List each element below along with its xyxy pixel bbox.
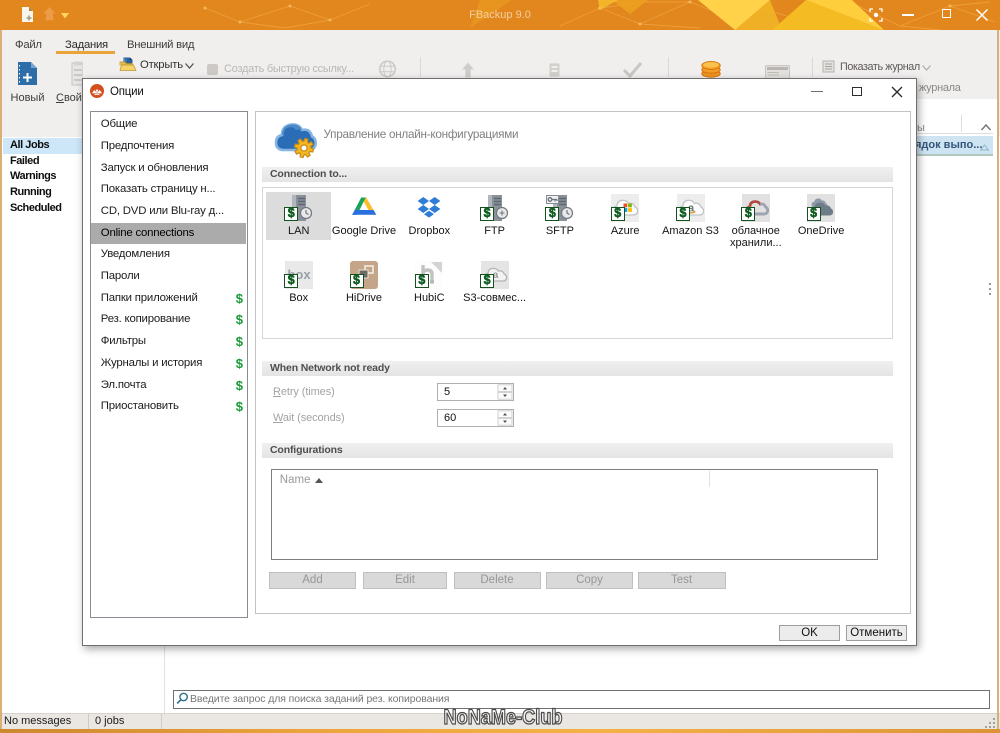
svg-text:NoNaMe-Club: NoNaMe-Club xyxy=(444,706,563,729)
